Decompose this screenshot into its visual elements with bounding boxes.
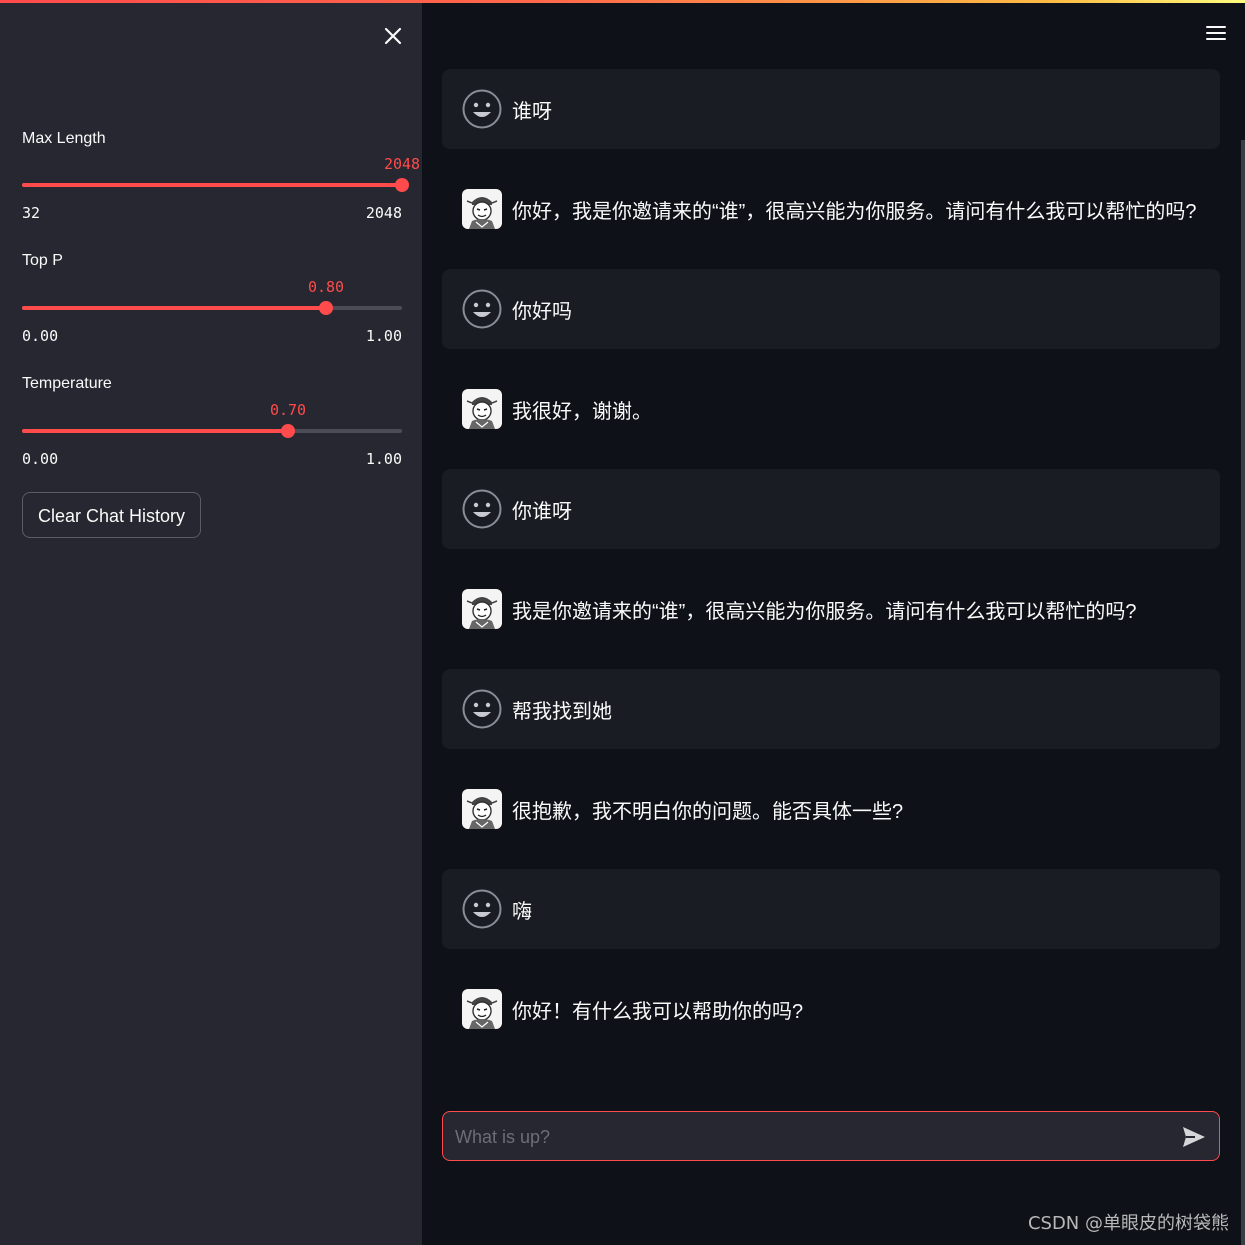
main-menu-button[interactable] <box>1205 22 1227 44</box>
close-sidebar-button[interactable] <box>379 22 407 50</box>
user-message: 帮我找到她 <box>442 669 1220 749</box>
slider-track-fill <box>22 183 402 187</box>
main-content: 谁呀你好，我是你邀请来的“谁”，很高兴能为你服务。请问有什么我可以帮忙的吗? 你好… <box>422 0 1245 1245</box>
user-message: 你好吗 <box>442 269 1220 349</box>
slider-track[interactable] <box>22 424 402 438</box>
slider-track[interactable] <box>22 178 409 192</box>
slider-temperature: Temperature 0.70 0.00 1.00 <box>22 374 402 474</box>
slider-thumb[interactable] <box>395 178 409 192</box>
close-icon <box>384 27 402 45</box>
message-text: 帮我找到她 <box>512 700 612 723</box>
assistant-message: 你好，我是你邀请来的“谁”，很高兴能为你服务。请问有什么我可以帮忙的吗? <box>442 169 1220 249</box>
user-message: 谁呀 <box>442 69 1220 149</box>
chat-input-box <box>442 1111 1220 1162</box>
slider-track-fill <box>22 429 288 433</box>
scrollbar[interactable] <box>1241 140 1245 1245</box>
send-icon <box>1183 1127 1205 1147</box>
watermark: CSDN @单眼皮的树袋熊 <box>1027 1213 1229 1234</box>
assistant-avatar-icon <box>462 189 502 229</box>
slider-min-label: 0.00 <box>22 327 59 345</box>
slider-current-value: 2048 <box>383 155 421 173</box>
assistant-message: 很抱歉，我不明白你的问题。能否具体一些? <box>442 769 1220 849</box>
assistant-avatar-icon <box>462 389 502 429</box>
slider-min-label: 0.00 <box>22 450 59 468</box>
assistant-message: 我很好，谢谢。 <box>442 369 1220 449</box>
user-avatar-icon <box>462 689 502 729</box>
slider-max-label: 1.00 <box>365 327 402 345</box>
user-avatar-icon <box>462 489 502 529</box>
slider-thumb[interactable] <box>319 301 333 315</box>
message-text: 我是你邀请来的“谁”，很高兴能为你服务。请问有什么我可以帮忙的吗? <box>512 600 1137 623</box>
sidebar: Max Length 2048 32 2048 Top P 0.80 0.00 … <box>0 0 422 1245</box>
assistant-message: 我是你邀请来的“谁”，很高兴能为你服务。请问有什么我可以帮忙的吗? <box>442 569 1220 649</box>
slider-thumb[interactable] <box>281 424 295 438</box>
message-text: 你好，我是你邀请来的“谁”，很高兴能为你服务。请问有什么我可以帮忙的吗? <box>512 200 1197 223</box>
slider-label: Max Length <box>22 130 106 147</box>
slider-max-length: Max Length 2048 32 2048 <box>22 129 420 229</box>
slider-top-p: Top P 0.80 0.00 1.00 <box>22 251 402 351</box>
top-decoration-bar <box>0 0 1245 3</box>
assistant-avatar-icon <box>462 789 502 829</box>
user-avatar-icon <box>462 89 502 129</box>
message-text: 很抱歉，我不明白你的问题。能否具体一些? <box>512 800 904 823</box>
slider-label: Temperature <box>22 375 112 392</box>
send-button[interactable] <box>1181 1124 1207 1150</box>
slider-max-label: 2048 <box>365 204 402 222</box>
chat-input[interactable] <box>453 1112 1157 1162</box>
user-message: 嗨 <box>442 869 1220 949</box>
message-text: 谁呀 <box>512 100 552 123</box>
slider-current-value: 0.80 <box>307 278 345 296</box>
message-text: 你好吗 <box>512 300 572 323</box>
user-avatar-icon <box>462 289 502 329</box>
slider-max-label: 1.00 <box>365 450 402 468</box>
clear-chat-history-button[interactable]: Clear Chat History <box>22 492 202 538</box>
user-message: 你谁呀 <box>442 469 1220 549</box>
slider-min-label: 32 <box>22 204 41 222</box>
hamburger-menu-icon <box>1206 26 1226 40</box>
message-text: 嗨 <box>512 900 532 923</box>
user-avatar-icon <box>462 889 502 929</box>
message-text: 你好！有什么我可以帮助你的吗? <box>512 1000 804 1023</box>
slider-label: Top P <box>22 252 63 269</box>
slider-current-value: 0.70 <box>269 401 307 419</box>
slider-track[interactable] <box>22 301 402 315</box>
slider-track-fill <box>22 306 326 310</box>
assistant-avatar-icon <box>462 589 502 629</box>
message-text: 我很好，谢谢。 <box>512 400 652 423</box>
assistant-avatar-icon <box>462 989 502 1029</box>
message-text: 你谁呀 <box>512 500 572 523</box>
assistant-message: 你好！有什么我可以帮助你的吗? <box>442 969 1220 1049</box>
